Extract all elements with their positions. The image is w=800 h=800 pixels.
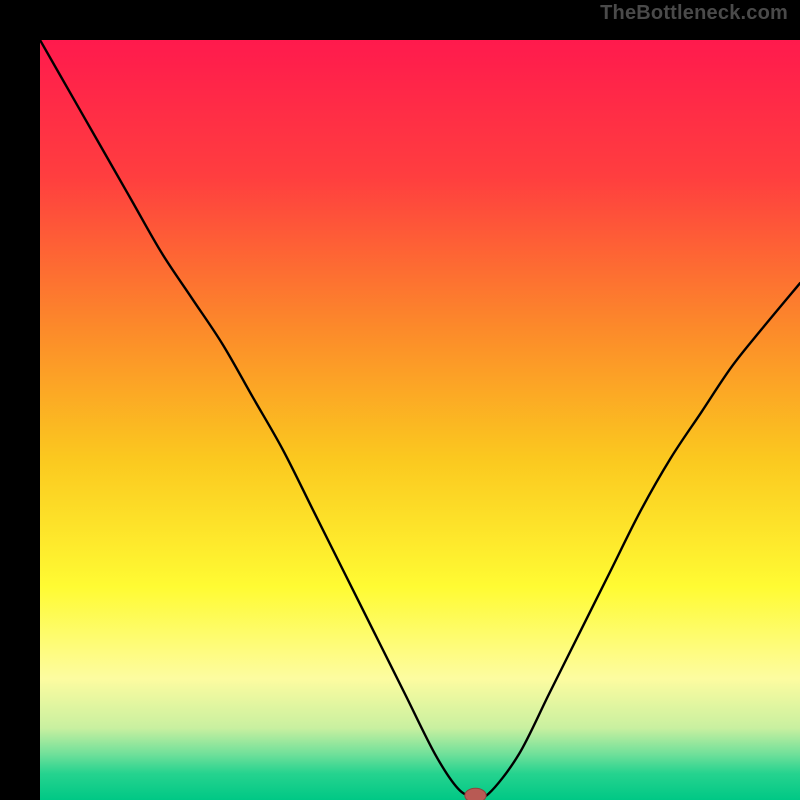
minimum-marker bbox=[465, 788, 486, 800]
chart-plot-area bbox=[40, 40, 800, 800]
gradient-background bbox=[40, 40, 800, 800]
attribution-text: TheBottleneck.com bbox=[600, 2, 788, 25]
chart-svg bbox=[40, 40, 800, 800]
chart-frame bbox=[20, 20, 780, 780]
